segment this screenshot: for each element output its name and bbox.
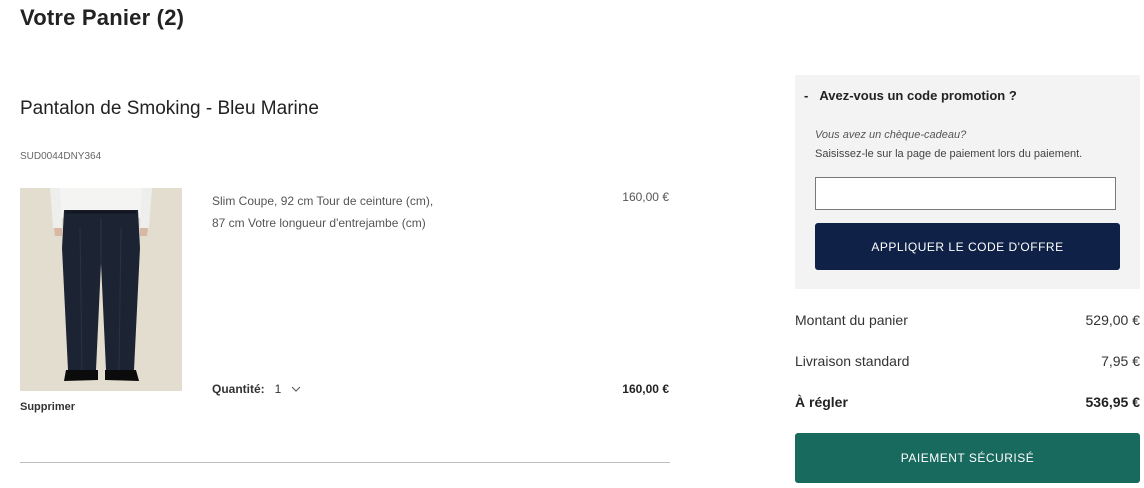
line-total: 160,00 € xyxy=(622,382,669,396)
product-fit-waist: Slim Coupe, 92 cm Tour de ceinture (cm), xyxy=(212,194,434,208)
total-label: À régler xyxy=(795,394,848,410)
product-details: Slim Coupe, 92 cm Tour de ceinture (cm),… xyxy=(212,190,472,234)
apply-promo-button[interactable]: APPLIQUER LE CODE D'OFFRE xyxy=(815,223,1120,270)
promo-code-input[interactable] xyxy=(815,177,1116,210)
subtotal-label: Montant du panier xyxy=(795,312,908,328)
product-inseam: 87 cm Votre longueur d'entrejambe (cm) xyxy=(212,216,426,230)
chevron-down-icon xyxy=(291,382,301,396)
shipping-row: Livraison standard 7,95 € xyxy=(795,353,1140,369)
total-row: À régler 536,95 € xyxy=(795,394,1140,410)
shipping-value: 7,95 € xyxy=(1101,353,1140,369)
gift-card-note: Saisissez-le sur la page de paiement lor… xyxy=(815,148,1083,160)
subtotal-row: Montant du panier 529,00 € xyxy=(795,312,1140,328)
product-name[interactable]: Pantalon de Smoking - Bleu Marine xyxy=(20,98,319,120)
product-sku: SUD0044DNY364 xyxy=(20,151,102,162)
quantity-label: Quantité: xyxy=(212,382,265,396)
subtotal-value: 529,00 € xyxy=(1085,312,1141,328)
promo-heading: Avez-vous un code promotion ? xyxy=(819,88,1017,103)
product-image[interactable] xyxy=(20,188,182,391)
shipping-label: Livraison standard xyxy=(795,353,910,369)
promo-toggle[interactable]: - Avez-vous un code promotion ? xyxy=(804,88,1017,103)
remove-item-link[interactable]: Supprimer xyxy=(20,401,75,413)
navy-trousers-icon xyxy=(20,188,182,391)
promo-panel: - Avez-vous un code promotion ? Vous ave… xyxy=(795,75,1140,289)
secure-checkout-button[interactable]: PAIEMENT SÉCURISÉ xyxy=(795,433,1140,483)
quantity-value: 1 xyxy=(274,382,282,396)
unit-price: 160,00 € xyxy=(622,190,669,204)
total-value: 536,95 € xyxy=(1085,394,1141,410)
page-title: Votre Panier (2) xyxy=(20,5,185,30)
divider xyxy=(20,462,670,463)
gift-card-question: Vous avez un chèque-cadeau? xyxy=(815,129,967,141)
collapse-toggle-symbol: - xyxy=(804,88,809,103)
quantity-selector[interactable]: Quantité: 1 xyxy=(212,382,301,396)
